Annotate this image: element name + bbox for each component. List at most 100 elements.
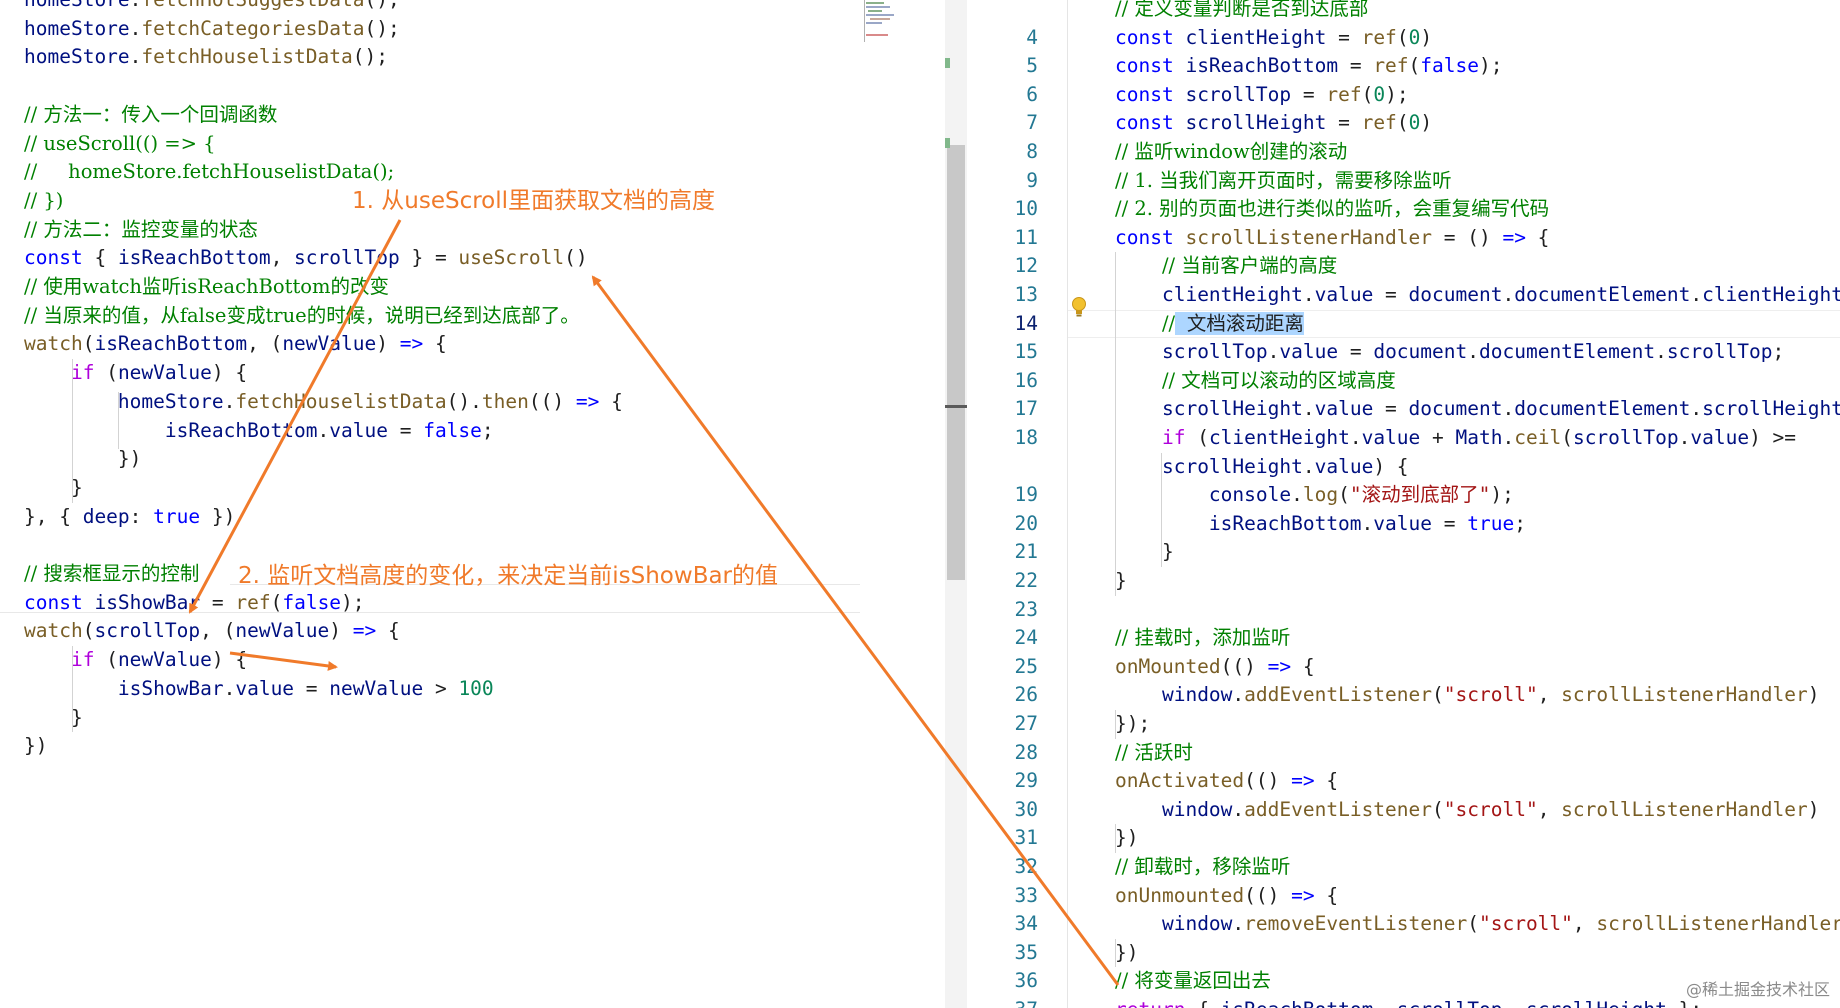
minimap[interactable] [860,0,902,40]
code-line[interactable]: } [1115,567,1127,595]
code-line[interactable]: const scrollTop = ref(0); [1115,81,1409,109]
code-line[interactable]: } [1115,538,1174,566]
code-line[interactable]: if (clientHeight.value + Math.ceil(scrol… [1115,424,1796,452]
code-token: . [1690,397,1703,421]
code-line[interactable]: // 挂载时，添加监听 [1115,624,1290,652]
code-token: . [1302,283,1315,306]
code-token: removeEventListener [1244,912,1468,936]
code-line[interactable]: // homeStore.fetchHouselistData(); [24,158,394,186]
code-line[interactable]: watch(scrollTop, (newValue) => { [24,617,400,645]
code-token: . [1361,511,1374,535]
code-line[interactable]: // 2. 别的页面也进行类似的监听，会重复编写代码 [1115,195,1549,223]
code-token: const [1115,82,1174,106]
code-line[interactable]: homeStore.fetchHouselistData().then(() =… [24,388,623,416]
code-token: 100 [458,676,494,700]
code-line[interactable]: // useScroll(() => { [24,130,216,158]
line-number: 33 [1014,883,1038,907]
code-token: (() [1220,654,1268,678]
code-token: scrollTop [1185,82,1292,106]
code-line[interactable]: // 使用watch监听isReachBottom的改变 [24,273,389,301]
code-token: log [1302,483,1339,507]
code-line[interactable]: const { isReachBottom, scrollTop } = use… [24,244,588,272]
code-line[interactable]: const scrollHeight = ref(0) [1115,109,1432,137]
code-line[interactable]: isShowBar.value = newValue > 100 [24,675,494,703]
code-token: homeStore [24,45,130,69]
code-token: const [1115,225,1174,249]
code-line[interactable]: }) [24,732,47,760]
annotation-note-1: 1. 从useScroll里面获取文档的高度 [352,188,716,214]
code-token: isShowBar [94,590,201,614]
code-token: homeStore [24,16,130,40]
code-token: "scroll" [1443,797,1538,821]
code-token: newValue [117,648,212,672]
code-token: window [1161,683,1233,707]
code-line[interactable]: watch(isReachBottom, (newValue) => { [24,330,447,358]
code-token: const [24,246,83,270]
code-line[interactable]: // 卸载时，移除监听 [1115,853,1290,881]
scrollbar-thumb[interactable] [947,145,965,580]
left-editor-pane[interactable]: homeStore.fetchHotSuggestData();homeStor… [0,0,945,1008]
code-line[interactable]: console.log("滚动到底部了"); [1115,481,1514,509]
code-line[interactable]: // 文档滚动距离 [1115,310,1304,338]
code-token: window [1161,912,1233,936]
code-line[interactable]: }) [1115,939,1138,967]
code-line[interactable]: scrollHeight.value) { [1115,453,1409,481]
code-token: = [387,418,424,442]
code-line[interactable]: const isReachBottom = ref(false); [1115,52,1502,80]
code-token: . [1678,426,1691,449]
code-line[interactable]: }) [24,445,142,473]
code-line[interactable]: }) [1115,824,1138,852]
code-line[interactable]: isReachBottom.value = true; [1115,510,1526,538]
code-line[interactable]: if (newValue) { [24,359,247,387]
code-token: { [1314,769,1339,793]
code-line[interactable]: onMounted(() => { [1115,653,1315,681]
code-line[interactable]: window.addEventListener("scroll", scroll… [1115,796,1820,824]
code-token: ( [1185,426,1209,449]
code-token: ( [1361,82,1374,106]
lightbulb-icon[interactable] [1070,296,1088,318]
code-line[interactable]: homeStore.fetchHotSuggestData(); [24,0,400,14]
line-number: 13 [1014,283,1038,306]
code-line[interactable]: clientHeight.value = document.documentEl… [1115,281,1840,309]
code-token: . [1690,283,1703,306]
code-line[interactable]: const scrollListenerHandler = () => { [1115,224,1549,252]
code-line[interactable]: scrollTop.value = document.documentEleme… [1115,338,1784,366]
code-line[interactable]: // 文档可以滚动的区域高度 [1115,367,1396,395]
code-line[interactable]: // 方法一：传入一个回调函数 [24,101,277,129]
code-line[interactable]: const clientHeight = ref(0) [1115,24,1432,52]
code-line[interactable]: // 当原来的值，从false变成true的时候，说明已经到达底部了。 [24,302,580,330]
code-line[interactable]: window.addEventListener("scroll", scroll… [1115,681,1820,709]
code-line[interactable]: homeStore.fetchCategoriesData(); [24,15,400,43]
code-line[interactable]: // 方法二：监控变量的状态 [24,216,258,244]
code-line[interactable]: window.removeEventListener("scroll", scr… [1115,910,1840,938]
code-line[interactable]: }, { deep: true }) [24,503,235,531]
right-editor-pane[interactable]: // 定义变量判断是否到达底部 4 const clientHeight = ref… [968,0,1840,1008]
code-line[interactable]: scrollHeight.value = document.documentEl… [1115,395,1840,423]
code-token: addEventListener [1244,797,1433,821]
code-line[interactable]: // 搜索框显示的控制 [24,560,199,588]
code-line[interactable]: // 将变量返回出去 [1115,967,1271,995]
code-token: // 1. 当我们离开页面时，需要移除监听 [1115,168,1452,192]
code-line[interactable]: // }) [24,187,63,215]
code-token: ); [341,590,365,614]
code-line[interactable]: // 1. 当我们离开页面时，需要移除监听 [1115,167,1452,195]
code-token: ); [1490,483,1514,507]
code-line[interactable]: } [24,704,83,732]
code-line[interactable]: } [24,474,83,502]
code-token: "scroll" [1478,912,1573,936]
code-line[interactable]: onUnmounted(() => { [1115,882,1338,910]
code-line[interactable]: return { isReachBottom, scrollTop, scrol… [1115,996,1702,1008]
code-line[interactable]: // 定义变量判断是否到达底部 [1115,0,1368,23]
line-number: 5 [1026,54,1038,78]
code-line[interactable]: // 活跃时 [1115,739,1193,767]
code-line[interactable]: isReachBottom.value = false; [24,417,494,445]
code-line[interactable]: // 监听window创建的滚动 [1115,138,1347,166]
code-token: if [1161,426,1186,449]
code-line[interactable]: if (newValue) { [24,646,247,674]
code-line[interactable]: }); [1115,710,1150,738]
code-line[interactable]: // 当前客户端的高度 [1115,252,1337,280]
code-line[interactable]: onActivated(() => { [1115,767,1338,795]
selection-line-border [0,612,860,613]
code-line[interactable]: homeStore.fetchHouselistData(); [24,43,388,71]
